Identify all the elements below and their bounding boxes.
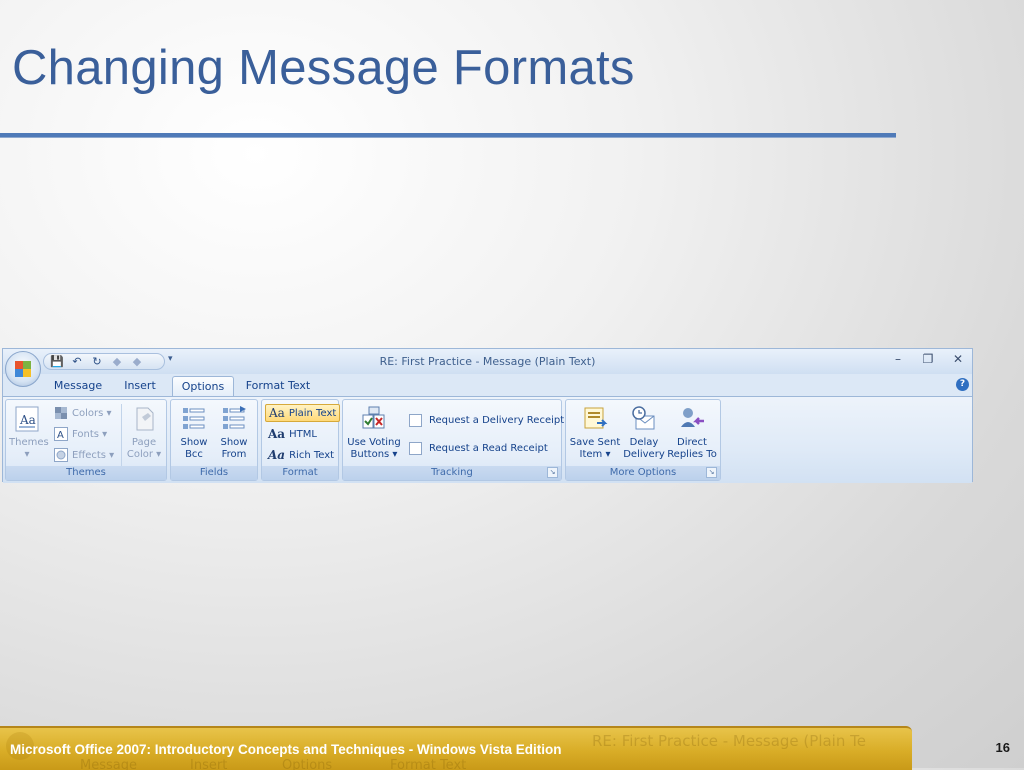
minimize-button[interactable]: – bbox=[890, 352, 906, 366]
format-group: Aa Plain Text Aa HTML Aa Rich Text Forma… bbox=[261, 399, 341, 481]
slide-title: Changing Message Formats bbox=[12, 41, 635, 95]
plain-text-icon: Aa bbox=[269, 406, 285, 420]
delivery-receipt-check-box[interactable] bbox=[409, 413, 422, 427]
delay-delivery-icon bbox=[632, 406, 655, 430]
group-label-more-options: More Options bbox=[566, 466, 720, 480]
page-color-icon bbox=[136, 407, 154, 431]
window-controls: – ❐ ✕ bbox=[890, 352, 966, 366]
read-receipt-checkbox[interactable]: Request a Read Receipt bbox=[409, 440, 548, 456]
voting-buttons-icon bbox=[362, 406, 385, 429]
more-options-dialog-launcher-icon[interactable]: ↘ bbox=[706, 467, 717, 478]
direct-replies-to-button[interactable]: Direct Replies To bbox=[665, 405, 719, 461]
read-receipt-check-box[interactable] bbox=[409, 441, 422, 455]
html-icon: Aa bbox=[268, 427, 286, 441]
page-number: 16 bbox=[995, 740, 1010, 755]
group-label-fields: Fields bbox=[171, 466, 257, 480]
fields-group: Show Bcc Show From Fields bbox=[170, 399, 258, 481]
footer-text: Microsoft Office 2007: Introductory Conc… bbox=[10, 742, 562, 757]
direct-replies-icon bbox=[681, 408, 704, 427]
page-color-button[interactable]: Page Color ▾ bbox=[123, 405, 165, 461]
tab-insert[interactable]: Insert bbox=[115, 376, 165, 396]
themes-group: Aa Themes ▾ Colors ▾ A Fonts ▾ Effects ▾ bbox=[5, 399, 167, 481]
group-label-format: Format bbox=[262, 466, 338, 480]
office-button[interactable] bbox=[5, 351, 41, 387]
ribbon: Aa Themes ▾ Colors ▾ A Fonts ▾ Effects ▾ bbox=[3, 396, 972, 483]
title-underline bbox=[0, 133, 896, 138]
tracking-dialog-launcher-icon[interactable]: ↘ bbox=[547, 467, 558, 478]
tab-message[interactable]: Message bbox=[47, 376, 109, 396]
themes-button[interactable]: Aa Themes ▾ bbox=[9, 405, 49, 461]
tab-format-text[interactable]: Format Text bbox=[241, 376, 315, 396]
colors-icon bbox=[55, 407, 67, 419]
rich-text-icon: Aa bbox=[268, 448, 286, 462]
rich-text-button[interactable]: Aa Rich Text bbox=[268, 447, 334, 463]
group-separator bbox=[121, 404, 122, 466]
restore-button[interactable]: ❐ bbox=[920, 352, 936, 366]
plain-text-button[interactable]: Aa Plain Text bbox=[265, 404, 341, 422]
fonts-icon: A bbox=[54, 427, 68, 441]
group-label-themes: Themes bbox=[6, 466, 166, 480]
show-bcc-button[interactable]: Show Bcc bbox=[175, 405, 213, 461]
window-title: RE: First Practice - Message (Plain Text… bbox=[379, 355, 596, 368]
svg-text:A: A bbox=[57, 430, 64, 441]
themes-icon: Aa bbox=[15, 406, 39, 432]
more-options-group: Save Sent Item ▾ Delay Delivery Direct R… bbox=[565, 399, 721, 481]
effects-icon bbox=[54, 448, 68, 462]
save-sent-item-button[interactable]: Save Sent Item ▾ bbox=[568, 405, 622, 461]
help-icon[interactable]: ? bbox=[956, 378, 969, 391]
show-from-button[interactable]: Show From bbox=[215, 405, 253, 461]
window-titlebar: 💾 ↶ ↻ ◆ ◆ ▾ RE: First Practice - Message… bbox=[3, 349, 972, 374]
save-sent-item-icon bbox=[584, 407, 608, 429]
show-from-icon bbox=[223, 406, 246, 429]
ribbon-tabs: Message Insert Options Format Text ? bbox=[3, 374, 972, 396]
show-bcc-icon bbox=[183, 408, 205, 429]
office-logo-icon bbox=[15, 361, 31, 377]
html-button[interactable]: Aa HTML bbox=[268, 426, 317, 442]
tab-options[interactable]: Options bbox=[172, 376, 234, 396]
slide-footer-bar: Message Insert Options Format Text RE: F… bbox=[0, 726, 912, 770]
close-button[interactable]: ✕ bbox=[950, 352, 966, 366]
delivery-receipt-checkbox[interactable]: Request a Delivery Receipt bbox=[409, 412, 564, 428]
tracking-group: Use Voting Buttons ▾ Request a Delivery … bbox=[342, 399, 564, 481]
svg-text:Aa: Aa bbox=[19, 413, 36, 427]
delay-delivery-button[interactable]: Delay Delivery bbox=[623, 405, 665, 461]
outlook-message-window: 💾 ↶ ↻ ◆ ◆ ▾ RE: First Practice - Message… bbox=[2, 348, 973, 483]
colors-button[interactable]: Colors ▾ bbox=[54, 405, 112, 421]
effects-button[interactable]: Effects ▾ bbox=[54, 447, 114, 463]
use-voting-buttons-button[interactable]: Use Voting Buttons ▾ bbox=[345, 405, 403, 461]
fonts-button[interactable]: A Fonts ▾ bbox=[54, 426, 107, 442]
group-label-tracking: Tracking bbox=[343, 466, 561, 480]
